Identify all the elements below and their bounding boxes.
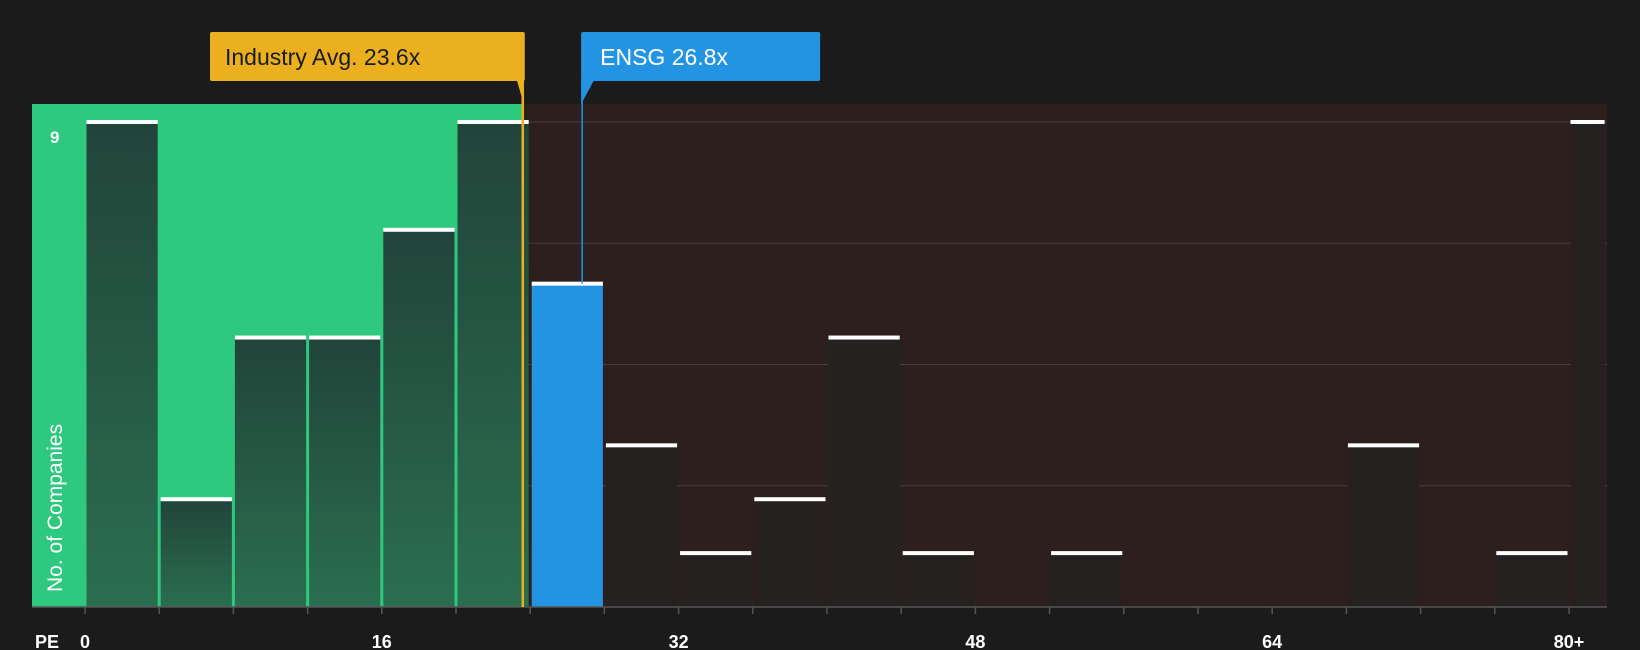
histogram-bar bbox=[1570, 122, 1605, 607]
x-tick-label: 0 bbox=[80, 632, 90, 650]
bar-top-cap bbox=[902, 551, 974, 556]
x-tick-label: 32 bbox=[669, 632, 689, 650]
histogram-bar bbox=[902, 553, 974, 607]
x-tick-label: 48 bbox=[965, 632, 985, 650]
bar-top-cap bbox=[754, 497, 826, 502]
histogram-bar bbox=[86, 122, 158, 607]
bar-top-cap bbox=[531, 281, 603, 286]
histogram-bar bbox=[1347, 445, 1420, 607]
bar-top-cap bbox=[383, 227, 455, 232]
pe-distribution-chart: 0 16 32 48 64 80+ Industry Avg. 23.6x ENSG 26.… bbox=[32, 32, 1607, 650]
y-max-tick-label: 9 bbox=[50, 128, 59, 147]
bar-top-cap bbox=[86, 120, 158, 124]
x-tick-label: 16 bbox=[372, 632, 392, 650]
company-pointer bbox=[581, 80, 595, 104]
bar-top-cap bbox=[680, 551, 752, 556]
bar-top-cap bbox=[160, 497, 232, 502]
x-tick-label: 80+ bbox=[1554, 632, 1585, 650]
bar-top-cap bbox=[1051, 551, 1123, 556]
bar-top-cap bbox=[309, 335, 381, 340]
histogram-bar bbox=[234, 337, 307, 607]
histogram-bar bbox=[605, 445, 678, 607]
bar-top-cap bbox=[1496, 551, 1568, 556]
histogram-bar bbox=[828, 337, 900, 607]
bar-top-cap bbox=[828, 335, 900, 340]
histogram-bar bbox=[680, 553, 752, 607]
histogram-bar bbox=[457, 122, 529, 607]
bar-top-cap bbox=[605, 443, 678, 448]
histogram-bar bbox=[1051, 553, 1123, 607]
industry-avg-pointer bbox=[516, 80, 524, 104]
histogram-bar bbox=[531, 283, 603, 607]
histogram-bar bbox=[1496, 553, 1568, 607]
histogram-bar bbox=[160, 499, 232, 607]
x-axis: 0 16 32 48 64 80+ bbox=[32, 606, 1607, 650]
x-axis-label: PE bbox=[35, 632, 59, 650]
bar-top-cap bbox=[457, 120, 529, 124]
company-label: ENSG 26.8x bbox=[600, 44, 728, 70]
industry-avg-label: Industry Avg. 23.6x bbox=[225, 44, 421, 70]
histogram-bar bbox=[754, 499, 826, 607]
bar-top-cap bbox=[1347, 443, 1420, 448]
bar-top-cap bbox=[1570, 120, 1605, 124]
y-axis-label: No. of Companies bbox=[44, 424, 67, 592]
histogram-bar bbox=[309, 337, 381, 607]
bar-top-cap bbox=[234, 335, 307, 340]
histogram-bar bbox=[383, 229, 455, 607]
overvalued-zone bbox=[522, 104, 1607, 607]
x-tick-label: 64 bbox=[1262, 632, 1282, 650]
